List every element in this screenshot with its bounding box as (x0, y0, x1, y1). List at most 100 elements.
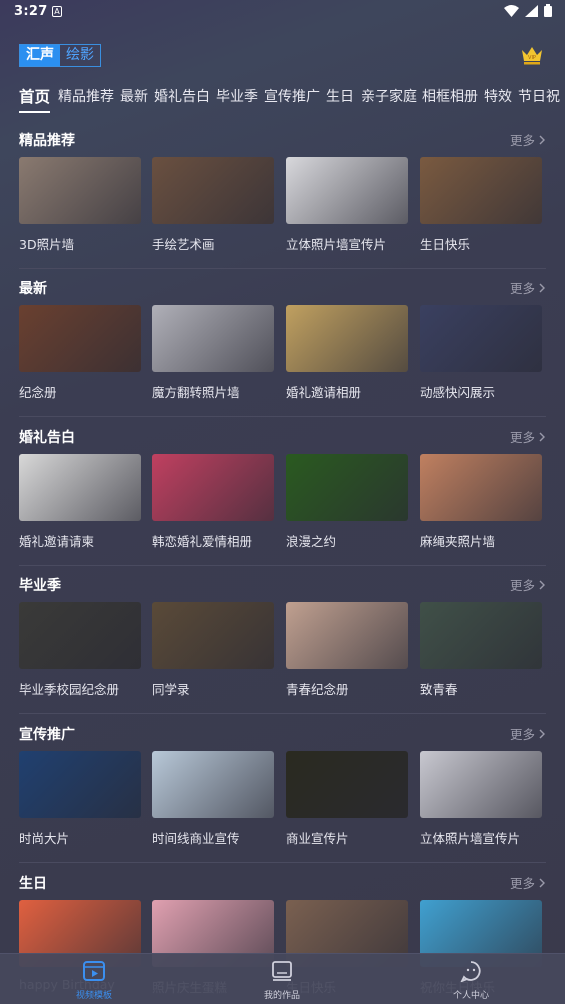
more-label: 更多 (509, 281, 535, 296)
template-thumbnail (286, 602, 408, 669)
template-card[interactable]: 动感快闪展示 (420, 305, 542, 401)
wifi-icon (504, 4, 519, 17)
section-divider (19, 565, 546, 566)
template-thumbnail (152, 305, 274, 372)
template-title: 动感快闪展示 (420, 385, 496, 400)
template-card[interactable]: 魔方翻转照片墙 (152, 305, 274, 401)
tab-0[interactable]: 首页 (19, 84, 51, 113)
nav-profile[interactable]: 个人中心 (431, 954, 511, 1001)
more-link[interactable]: 更多 (510, 278, 545, 297)
template-title: 生日快乐 (420, 237, 471, 252)
template-title: 纪念册 (19, 385, 57, 400)
template-title: 致青春 (420, 682, 458, 697)
template-title: 时间线商业宣传 (152, 831, 240, 846)
more-label: 更多 (509, 876, 535, 891)
nav-label: 我的作品 (263, 991, 300, 1001)
template-title: 同学录 (152, 682, 190, 697)
chevron-right-icon (539, 878, 545, 887)
chevron-right-icon (539, 135, 545, 144)
status-bar: 3:27 A (0, 0, 565, 24)
tab-3[interactable]: 婚礼告白 (154, 84, 210, 110)
category-tabs: 首页 精品推荐 最新 婚礼告白 毕业季 宣传推广 生日 亲子家庭 相框相册 特效 节日祝 (0, 84, 565, 114)
template-thumbnail (19, 751, 141, 818)
template-title: 青春纪念册 (286, 682, 349, 697)
template-title: 魔方翻转照片墙 (152, 385, 240, 400)
notification-icon: A (52, 6, 62, 17)
app-logo: 汇声 绘影 (19, 44, 101, 67)
template-thumbnail (152, 751, 274, 818)
more-label: 更多 (509, 578, 535, 593)
section-3: 毕业季 更多毕业季校园纪念册 同学录 青春纪念册 致青春 (0, 575, 565, 720)
template-title: 时尚大片 (19, 831, 70, 846)
crown-icon[interactable]: VIP (521, 45, 543, 65)
template-card[interactable]: 毕业季校园纪念册 (19, 602, 141, 698)
chevron-right-icon (539, 432, 545, 441)
my-works-icon (272, 961, 292, 981)
tab-1[interactable]: 精品推荐 (58, 84, 114, 110)
logo-part-b: 绘影 (66, 47, 94, 63)
template-card[interactable]: 韩恋婚礼爱情相册 (152, 454, 274, 550)
tab-9[interactable]: 特效 (484, 84, 512, 110)
template-thumbnail (152, 602, 274, 669)
section-title: 宣传推广 (19, 727, 75, 743)
template-card[interactable]: 3D照片墙 (19, 157, 141, 253)
template-card[interactable]: 生日快乐 (420, 157, 542, 253)
template-card[interactable]: 立体照片墙宣传片 (286, 157, 408, 253)
template-card[interactable]: 同学录 (152, 602, 274, 698)
battery-icon (544, 4, 552, 17)
template-card[interactable]: 麻绳夹照片墙 (420, 454, 542, 550)
template-thumbnail (19, 602, 141, 669)
template-thumbnail (420, 751, 542, 818)
template-card[interactable]: 时尚大片 (19, 751, 141, 847)
template-card[interactable]: 纪念册 (19, 305, 141, 401)
template-title: 婚礼邀请请柬 (19, 534, 95, 549)
tab-10[interactable]: 节日祝 (518, 84, 560, 110)
bottom-nav: 视频模板 我的作品 个人中心 (0, 953, 565, 1004)
more-link[interactable]: 更多 (510, 427, 545, 446)
nav-video-templates[interactable]: 视频模板 (54, 954, 134, 1001)
template-thumbnail (152, 454, 274, 521)
template-thumbnail (420, 157, 542, 224)
tab-6[interactable]: 生日 (326, 84, 354, 110)
tab-7[interactable]: 亲子家庭 (361, 84, 417, 110)
more-label: 更多 (509, 133, 535, 148)
template-title: 手绘艺术画 (152, 237, 215, 252)
more-link[interactable]: 更多 (510, 724, 545, 743)
template-card[interactable]: 婚礼邀请相册 (286, 305, 408, 401)
template-thumbnail (420, 454, 542, 521)
template-title: 浪漫之约 (286, 534, 337, 549)
tab-4[interactable]: 毕业季 (216, 84, 258, 110)
nav-label: 视频模板 (75, 991, 112, 1001)
more-link[interactable]: 更多 (510, 575, 545, 594)
more-link[interactable]: 更多 (510, 873, 545, 892)
template-thumbnail (152, 157, 274, 224)
template-thumbnail (286, 157, 408, 224)
tab-8[interactable]: 相框相册 (422, 84, 478, 110)
template-title: 婚礼邀请相册 (286, 385, 362, 400)
template-card[interactable]: 青春纪念册 (286, 602, 408, 698)
nav-my-works[interactable]: 我的作品 (242, 954, 322, 1001)
tab-5[interactable]: 宣传推广 (264, 84, 320, 110)
template-card[interactable]: 致青春 (420, 602, 542, 698)
more-link[interactable]: 更多 (510, 130, 545, 149)
chevron-right-icon (539, 580, 545, 589)
section-title: 毕业季 (19, 578, 61, 594)
template-card[interactable]: 商业宣传片 (286, 751, 408, 847)
status-time: 3:27 (14, 4, 48, 19)
template-thumbnail (19, 157, 141, 224)
template-card[interactable]: 时间线商业宣传 (152, 751, 274, 847)
section-title: 婚礼告白 (19, 430, 75, 446)
template-card[interactable]: 立体照片墙宣传片 (420, 751, 542, 847)
svg-text:VIP: VIP (528, 55, 536, 61)
template-card[interactable]: 手绘艺术画 (152, 157, 274, 253)
template-thumbnail (420, 602, 542, 669)
section-divider (19, 713, 546, 714)
template-title: 立体照片墙宣传片 (420, 831, 521, 846)
template-title: 立体照片墙宣传片 (286, 237, 387, 252)
nav-label: 个人中心 (452, 991, 489, 1001)
template-card[interactable]: 浪漫之约 (286, 454, 408, 550)
tab-2[interactable]: 最新 (120, 84, 148, 110)
section-1: 最新 更多 纪念册 魔方翻转照片墙 婚礼邀请相册 动感快闪展示 (0, 278, 565, 423)
template-thumbnail (19, 305, 141, 372)
template-card[interactable]: 婚礼邀请请柬 (19, 454, 141, 550)
